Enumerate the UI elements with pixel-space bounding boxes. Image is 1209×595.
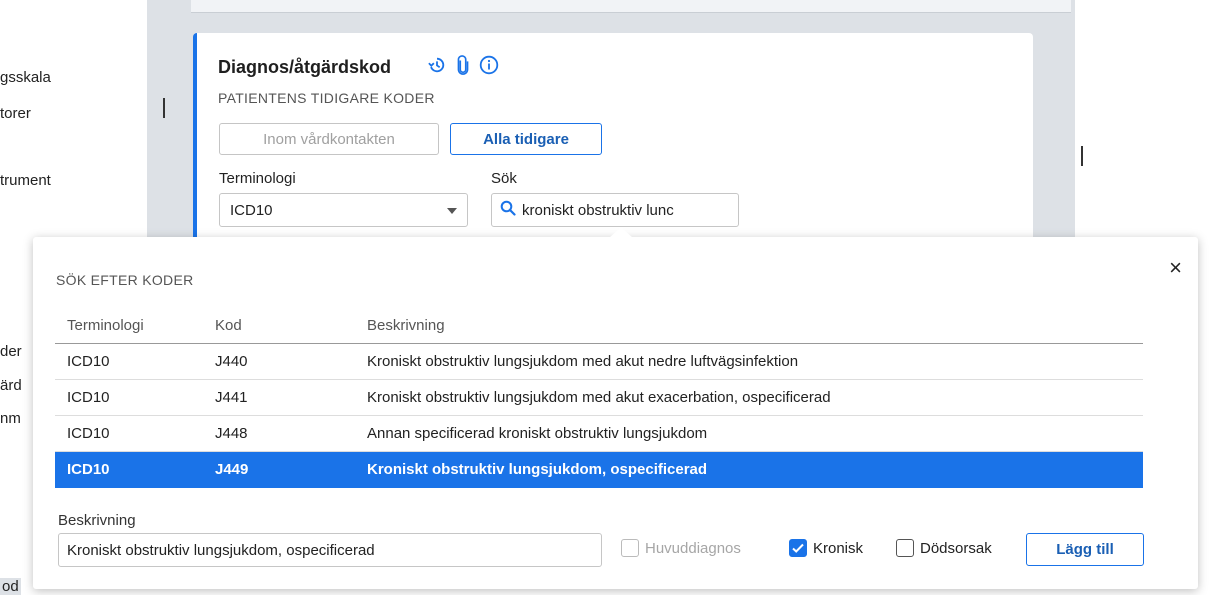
search-label: Sök [491,170,517,187]
cell-code: J448 [215,415,367,452]
popover-title: SÖK EFTER KODER [56,272,194,288]
table-row[interactable]: ICD10 J440 Kroniskt obstruktiv lungsjukd… [55,343,1143,380]
cause-of-death-checkbox[interactable]: Dödsorsak [896,539,992,557]
cell-terminology: ICD10 [55,379,215,416]
checkmark-icon [789,539,807,557]
cell-code: J441 [215,379,367,416]
cell-description: Kroniskt obstruktiv lungsjukdom med akut… [367,379,1143,416]
search-icon [500,200,516,220]
search-field[interactable] [491,193,739,227]
code-search-popover: SÖK EFTER KODER × Terminologi Kod Beskri… [33,227,1198,589]
card-icons [427,55,499,75]
chronic-checkbox[interactable]: Kronisk [789,539,863,557]
main-diagnosis-checkbox[interactable]: Huvuddiagnos [621,539,741,557]
terminology-select-value: ICD10 [230,201,273,219]
top-card-edge [191,0,1071,13]
checkbox-label: Huvuddiagnos [645,539,741,557]
sidebar-item-fragment[interactable]: od [0,578,21,595]
sidebar-item-fragment[interactable]: gsskala [0,69,51,86]
search-input[interactable] [522,201,722,219]
resize-handle[interactable] [1081,146,1083,166]
cell-description: Kroniskt obstruktiv lungsjukdom med akut… [367,343,1143,380]
checkbox-label: Dödsorsak [920,539,992,557]
card-subtitle: PATIENTENS TIDIGARE KODER [218,90,435,106]
sidebar-item-fragment[interactable]: trument [0,172,51,189]
description-input[interactable] [58,533,602,567]
checkbox-box [896,539,914,557]
table-header: Terminologi Kod Beskrivning [55,307,1143,344]
card-title: Diagnos/åtgärdskod [218,57,392,77]
table-row[interactable]: ICD10 J441 Kroniskt obstruktiv lungsjukd… [55,379,1143,416]
sidebar-item-fragment[interactable]: der [0,343,22,360]
cell-terminology: ICD10 [55,451,215,488]
all-previous-button[interactable]: Alla tidigare [450,123,602,155]
cell-terminology: ICD10 [55,415,215,452]
sidebar-item-fragment[interactable]: torer [0,105,31,122]
terminology-label: Terminologi [219,170,296,187]
column-header-terminology: Terminologi [55,307,215,344]
codes-table: Terminologi Kod Beskrivning ICD10 J440 K… [55,307,1143,488]
checkbox-label: Kronisk [813,539,864,557]
sidebar-item-fragment[interactable]: ärd [0,377,22,394]
cell-terminology: ICD10 [55,343,215,380]
checkbox-box [621,539,639,557]
cell-code: J440 [215,343,367,380]
within-contact-button[interactable]: Inom vårdkontakten [219,123,439,155]
resize-handle[interactable] [163,98,165,118]
sidebar-item-fragment[interactable]: nm [0,410,21,427]
history-icon[interactable] [427,55,447,75]
table-row-selected[interactable]: ICD10 J449 Kroniskt obstruktiv lungsjukd… [55,451,1143,488]
chevron-down-icon [447,208,457,214]
column-header-description: Beskrivning [367,307,1143,344]
close-icon[interactable]: × [1169,255,1182,281]
cell-code: J449 [215,451,367,488]
info-icon[interactable] [479,55,499,75]
description-label: Beskrivning [58,512,136,529]
column-header-code: Kod [215,307,367,344]
add-button[interactable]: Lägg till [1026,533,1144,566]
attachment-icon[interactable] [453,55,473,75]
cell-description: Annan specificerad kroniskt obstruktiv l… [367,415,1143,452]
terminology-select[interactable]: ICD10 [219,193,468,227]
table-row[interactable]: ICD10 J448 Annan specificerad kroniskt o… [55,415,1143,452]
cell-description: Kroniskt obstruktiv lungsjukdom, ospecif… [367,451,1143,488]
popover-arrow [609,227,633,238]
